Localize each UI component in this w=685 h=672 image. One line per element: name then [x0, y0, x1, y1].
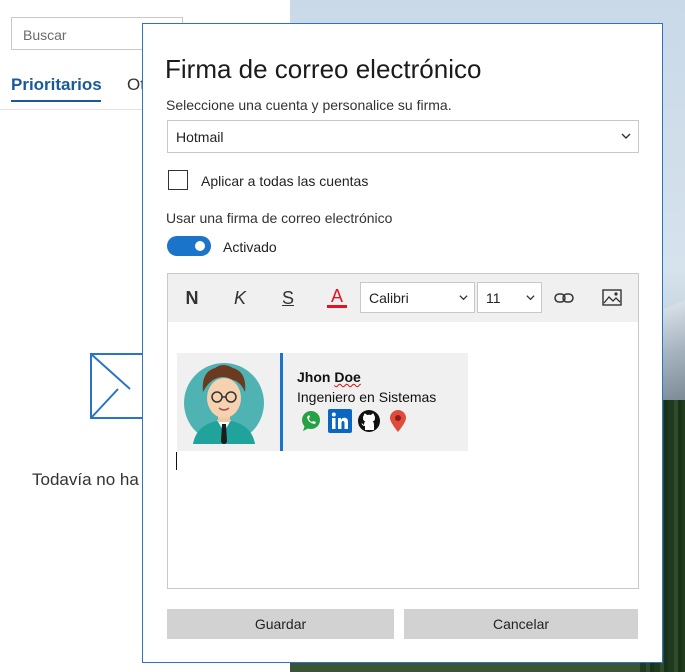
account-select[interactable]: Hotmail [167, 120, 639, 153]
underline-glyph: S [281, 287, 294, 308]
empty-folder-message: Todavía no ha [32, 470, 139, 489]
underline-button[interactable]: S [275, 286, 301, 310]
apply-all-label: Aplicar a todas las cuentas [201, 173, 369, 189]
dialog-title: Firma de correo electrónico [165, 54, 482, 84]
location-pin-icon[interactable] [386, 409, 410, 433]
signature-editor[interactable]: N K S A Calibri 11 Jhon Doe Ingeniero en… [167, 273, 639, 589]
chevron-down-icon [526, 295, 535, 301]
bold-glyph: N [185, 287, 199, 308]
chevron-down-icon [621, 133, 631, 139]
save-button-label: Guardar [254, 616, 307, 632]
italic-button[interactable]: K [227, 286, 253, 310]
editor-toolbar: N K S A Calibri 11 [168, 274, 638, 322]
signature-role: Ingeniero en Sistemas [297, 389, 437, 405]
text-caret [176, 452, 177, 470]
font-size-value: 11 [486, 290, 501, 306]
whatsapp-icon[interactable] [299, 409, 323, 433]
italic-glyph: K [233, 287, 246, 308]
signature-toggle[interactable] [167, 236, 211, 256]
signature-accent-bar [280, 353, 283, 451]
font-color-button[interactable]: A [324, 286, 350, 310]
font-color-glyph: A [330, 286, 343, 306]
github-icon[interactable] [357, 409, 381, 433]
avatar-image [184, 363, 264, 444]
envelope-icon [90, 353, 146, 419]
chevron-down-icon [459, 295, 468, 301]
dialog-subtitle: Seleccione una cuenta y personalice su f… [166, 97, 452, 113]
toggle-knob [195, 241, 205, 251]
font-color-bar [327, 305, 347, 308]
cancel-button[interactable]: Cancelar [404, 609, 638, 639]
linkedin-icon[interactable] [328, 409, 352, 433]
bold-button[interactable]: N [179, 286, 205, 310]
account-select-value: Hotmail [176, 129, 224, 145]
cancel-button-label: Cancelar [492, 616, 550, 632]
font-family-select[interactable]: Calibri [360, 282, 475, 313]
toggle-state-label: Activado [223, 239, 277, 255]
image-icon[interactable] [602, 289, 622, 306]
apply-all-checkbox[interactable] [168, 170, 188, 190]
signature-last-name: Doe [334, 369, 361, 385]
tab-active-underline [11, 100, 101, 102]
font-family-value: Calibri [369, 290, 409, 306]
signature-social-icons [299, 409, 410, 433]
save-button[interactable]: Guardar [167, 609, 394, 639]
link-icon[interactable] [554, 290, 574, 306]
signature-first-name: Jhon [297, 369, 331, 385]
use-signature-label: Usar una firma de correo electrónico [166, 210, 393, 226]
signature-dialog: Firma de correo electrónico Seleccione u… [142, 23, 663, 663]
font-size-select[interactable]: 11 [477, 282, 542, 313]
signature-block: Jhon Doe Ingeniero en Sistemas [177, 353, 468, 451]
tab-prioritarios[interactable]: Prioritarios [11, 75, 102, 95]
signature-name: Jhon Doe [297, 369, 361, 385]
